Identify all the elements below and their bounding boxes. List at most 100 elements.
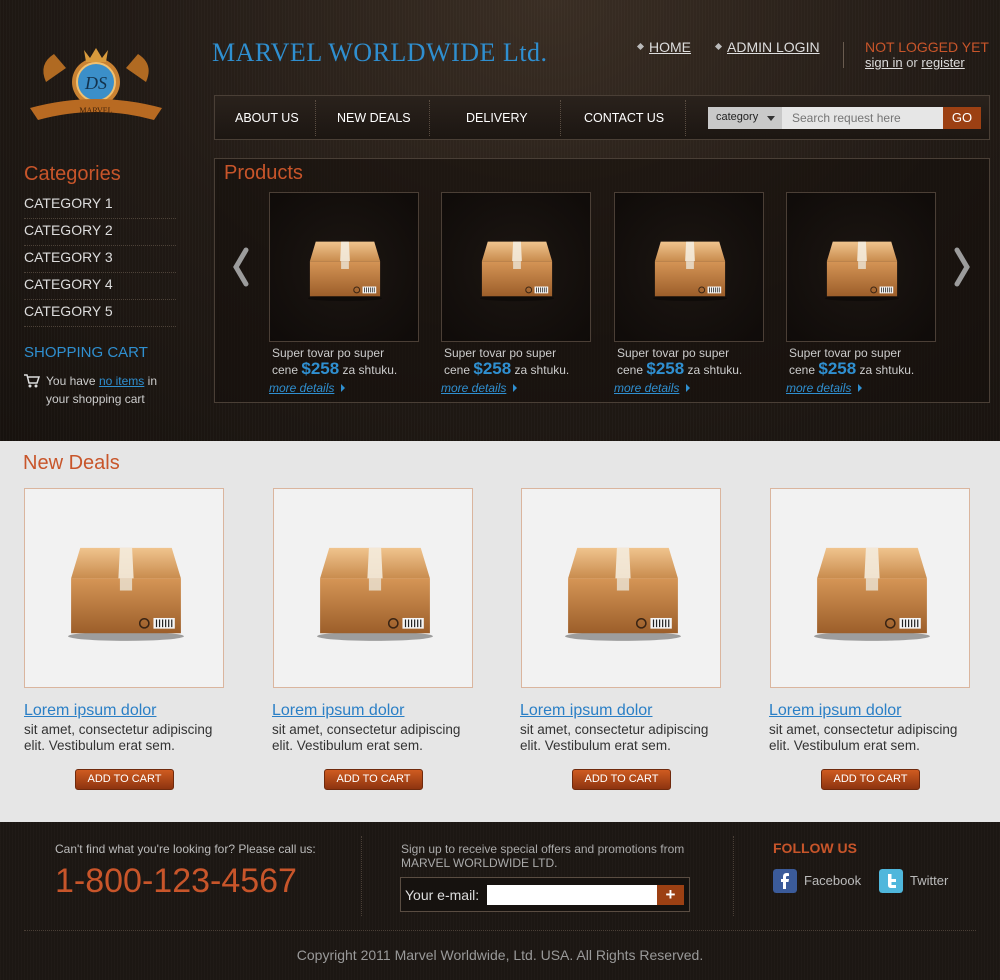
product-price: $258 — [818, 359, 857, 378]
register-link[interactable]: register — [921, 55, 964, 70]
more-details-link[interactable]: more details — [614, 381, 691, 395]
diamond-bullet-icon — [636, 42, 645, 51]
nav-contact-us[interactable]: CONTACT US — [584, 111, 664, 125]
brand-title: MARVEL WORLDWIDE Ltd. — [212, 38, 548, 67]
product-card[interactable] — [269, 192, 419, 342]
deal-title-link[interactable]: Lorem ipsum dolor — [520, 702, 653, 720]
deal-description: sit amet, consectetur adipiscing elit. V… — [272, 722, 461, 753]
new-deals-title: New Deals — [23, 452, 120, 474]
add-to-cart-button[interactable]: ADD TO CART — [324, 769, 423, 790]
cart-items-link[interactable]: no items — [99, 374, 144, 388]
deal-description: sit amet, consectetur adipiscing elit. V… — [520, 722, 709, 753]
category-select[interactable]: category — [708, 107, 782, 129]
add-to-cart-button[interactable]: ADD TO CART — [75, 769, 174, 790]
category-item-3[interactable]: CATEGORY 3 — [24, 249, 176, 273]
logo-monogram: DS — [84, 73, 107, 93]
more-details-label: more details — [786, 381, 852, 395]
logo[interactable]: MARVEL DS — [26, 42, 166, 128]
arrow-right-icon — [686, 384, 691, 392]
nav-new-deals[interactable]: NEW DEALS — [337, 111, 411, 125]
product-name: Super tovar po super — [617, 346, 730, 360]
header-divider — [843, 42, 844, 68]
more-details-link[interactable]: more details — [786, 381, 863, 395]
shopping-cart-title: SHOPPING CART — [24, 344, 148, 361]
box-icon — [562, 534, 684, 644]
cart-icon — [24, 374, 40, 388]
call-us-text: Can't find what you're looking for? Plea… — [55, 842, 316, 856]
category-item-5[interactable]: CATEGORY 5 — [24, 303, 176, 327]
email-label: Your e-mail: — [405, 887, 480, 903]
follow-us-title: FOLLOW US — [773, 840, 857, 856]
carousel-next-arrow-icon[interactable] — [952, 246, 972, 288]
product-name: Super tovar po super — [272, 346, 385, 360]
search-input[interactable] — [782, 107, 943, 129]
nav-delivery[interactable]: DELIVERY — [466, 111, 528, 125]
add-to-cart-button[interactable]: ADD TO CART — [821, 769, 920, 790]
login-status: NOT LOGGED YET — [865, 39, 989, 55]
box-icon — [314, 534, 436, 644]
more-details-link[interactable]: more details — [269, 381, 346, 395]
footer-divider — [361, 836, 362, 916]
deal-image[interactable] — [521, 488, 721, 688]
chevron-down-icon — [767, 116, 775, 121]
admin-login-link-label: ADMIN LOGIN — [727, 39, 820, 55]
categories-title: Categories — [24, 163, 121, 185]
product-name: Super tovar po super — [444, 346, 557, 360]
newsletter-text: Sign up to receive special offers and pr… — [401, 842, 685, 870]
twitter-icon[interactable] — [879, 869, 903, 893]
auth-separator: or — [906, 55, 918, 70]
footer-divider — [733, 836, 734, 916]
product-price-prefix: cene — [444, 363, 471, 377]
deal-title-link[interactable]: Lorem ipsum dolor — [272, 702, 405, 720]
home-link[interactable]: HOME — [636, 39, 691, 55]
nav-separator — [560, 100, 561, 136]
more-details-label: more details — [441, 381, 507, 395]
deal-description: sit amet, consectetur adipiscing elit. V… — [24, 722, 213, 753]
product-card[interactable] — [614, 192, 764, 342]
deal-image[interactable] — [273, 488, 473, 688]
nav-separator — [685, 100, 686, 136]
product-price: $258 — [301, 359, 340, 378]
home-link-label: HOME — [649, 39, 691, 55]
box-icon — [823, 233, 901, 303]
deal-image[interactable] — [24, 488, 224, 688]
facebook-icon[interactable] — [773, 869, 797, 893]
admin-login-link[interactable]: ADMIN LOGIN — [714, 39, 820, 55]
arrow-right-icon — [341, 384, 346, 392]
carousel-prev-arrow-icon[interactable] — [231, 246, 251, 288]
twitter-link[interactable]: Twitter — [910, 873, 948, 888]
logo-banner-text: MARVEL — [79, 106, 112, 115]
copyright: Copyright 2011 Marvel Worldwide, Ltd. US… — [296, 947, 704, 963]
product-price: $258 — [646, 359, 685, 378]
main-nav: ABOUT US NEW DEALS DELIVERY CONTACT US c… — [214, 95, 990, 140]
add-to-cart-button[interactable]: ADD TO CART — [572, 769, 671, 790]
category-item-4[interactable]: CATEGORY 4 — [24, 276, 176, 300]
email-field[interactable] — [487, 885, 657, 905]
product-price-prefix: cene — [617, 363, 644, 377]
deal-image[interactable] — [770, 488, 970, 688]
more-details-label: more details — [269, 381, 335, 395]
product-description: Super tovar po super cene $258 za shtuku… — [789, 346, 949, 378]
box-icon — [306, 233, 384, 303]
subscribe-button[interactable]: + — [657, 885, 684, 905]
sign-in-link[interactable]: sign in — [865, 55, 903, 70]
product-price-suffix: za shtuku. — [859, 363, 915, 377]
product-description: Super tovar po super cene $258 za shtuku… — [272, 346, 432, 378]
more-details-link[interactable]: more details — [441, 381, 518, 395]
nav-about-us[interactable]: ABOUT US — [235, 111, 299, 125]
category-item-2[interactable]: CATEGORY 2 — [24, 222, 176, 246]
category-select-value: category — [716, 111, 759, 123]
product-card[interactable] — [786, 192, 936, 342]
product-card[interactable] — [441, 192, 591, 342]
facebook-link[interactable]: Facebook — [804, 873, 861, 888]
search-go-button[interactable]: GO — [943, 107, 981, 129]
product-price-suffix: za shtuku. — [342, 363, 398, 377]
category-item-1[interactable]: CATEGORY 1 — [24, 195, 176, 219]
arrow-right-icon — [858, 384, 863, 392]
arrow-right-icon — [513, 384, 518, 392]
box-icon — [478, 233, 556, 303]
more-details-label: more details — [614, 381, 680, 395]
deal-title-link[interactable]: Lorem ipsum dolor — [24, 702, 157, 720]
newsletter-form: Your e-mail: + — [400, 877, 690, 912]
deal-title-link[interactable]: Lorem ipsum dolor — [769, 702, 902, 720]
